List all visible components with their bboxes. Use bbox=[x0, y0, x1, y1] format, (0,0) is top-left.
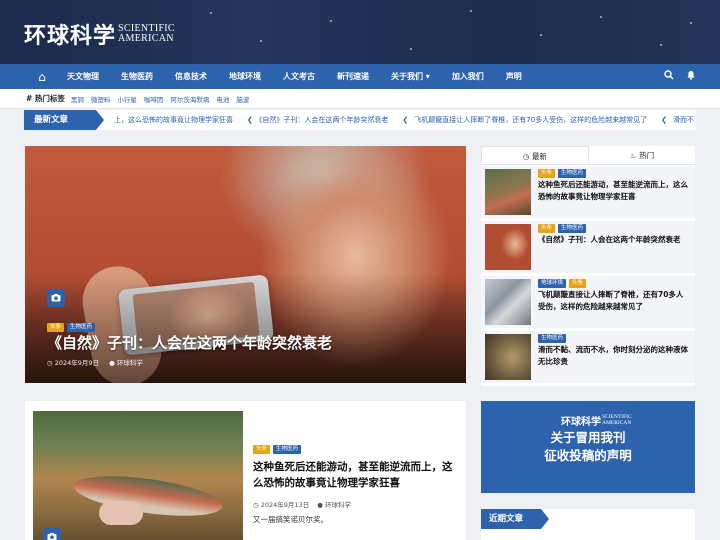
tab-latest[interactable]: ◷ 最新 bbox=[481, 146, 589, 164]
camera-icon bbox=[47, 289, 65, 307]
featured-badges: 头条 生物医药 bbox=[47, 323, 96, 332]
hot-tag[interactable]: 电池 bbox=[216, 94, 229, 104]
search-icon[interactable] bbox=[664, 70, 674, 83]
hot-tag[interactable]: 微塑料 bbox=[91, 94, 111, 104]
hot-tag[interactable]: 阿尔茨海默病 bbox=[170, 94, 209, 104]
clock-icon: ◷ bbox=[522, 153, 530, 161]
banner-logo: 环球科学 SCIENTIFIC AMERICAN bbox=[561, 414, 632, 428]
category-badge[interactable]: 头条 bbox=[538, 224, 556, 233]
tab-hot[interactable]: ♨ 热门 bbox=[589, 146, 695, 164]
article-author[interactable]: ● 环球科学 bbox=[317, 499, 351, 509]
featured-date: ◷ 2024年9月9日 bbox=[47, 359, 100, 367]
sidebar-list-item[interactable]: 地球环境 头条 飞机颠簸直接让人摔断了脊椎，还有70多人受伤，这样的危险越来越常… bbox=[481, 276, 695, 328]
nav-item-astronomy[interactable]: 天文物理 bbox=[56, 71, 110, 82]
category-badge[interactable]: 地球环境 bbox=[538, 279, 567, 288]
banner-text: 关于冒用我刊 征收投稿的声明 bbox=[544, 430, 632, 463]
category-badge[interactable]: 头条 bbox=[47, 323, 65, 332]
sidebar-thumbnail bbox=[485, 334, 531, 380]
hot-tag[interactable]: 咖啡因 bbox=[144, 94, 164, 104]
category-badge[interactable]: 生物医药 bbox=[558, 224, 587, 233]
sidebar-item-title[interactable]: 滑而不黏、流而不水，你时刻分泌的这种液体无比珍贵 bbox=[538, 344, 688, 368]
category-badge[interactable]: 生物医药 bbox=[67, 323, 96, 332]
nav-item-about[interactable]: 关于我们 ▾ bbox=[380, 71, 441, 82]
nav-item-statement[interactable]: 声明 bbox=[495, 71, 533, 82]
sidebar-tabs-widget: ◷ 最新 ♨ 热门 头条 生物医药 这种鱼死后还能游动，甚至能逆流而上，这么恐怖的故… bbox=[481, 146, 695, 386]
sidebar-item-title[interactable]: 这种鱼死后还能游动，甚至能逆流而上，这么恐怖的故事竟让物理学家狂喜 bbox=[538, 179, 688, 203]
hot-tag[interactable]: 黑洞 bbox=[71, 94, 84, 104]
article-thumbnail[interactable] bbox=[33, 411, 243, 540]
camera-icon bbox=[43, 528, 61, 540]
category-badge[interactable]: 生物医药 bbox=[558, 169, 587, 178]
category-badge[interactable]: 生物医药 bbox=[273, 445, 302, 454]
bell-icon[interactable] bbox=[686, 70, 696, 83]
article-date: ◷ 2024年9月13日 bbox=[253, 501, 310, 509]
nav-item-archaeology[interactable]: 人文考古 bbox=[272, 71, 326, 82]
sidebar-item-title[interactable]: 飞机颠簸直接让人摔断了脊椎，还有70多人受伤，这样的危险越来越常见了 bbox=[538, 289, 688, 313]
fire-icon: ♨ bbox=[629, 152, 637, 160]
nav-item-it[interactable]: 信息技术 bbox=[164, 71, 218, 82]
article-title[interactable]: 这种鱼死后还能游动，甚至能逆流而上，这么恐怖的故事竟让物理学家狂喜 bbox=[253, 459, 458, 491]
hot-tags-bar: # 热门标签 黑洞 微塑料 小行星 咖啡因 阿尔茨海默病 电池 脑波 bbox=[0, 89, 720, 109]
featured-meta: ◷ 2024年9月9日 ● 环球科学 bbox=[47, 357, 143, 367]
statement-banner[interactable]: 环球科学 SCIENTIFIC AMERICAN 关于冒用我刊 征收投稿的声明 bbox=[481, 401, 695, 493]
hot-tags-label: # 热门标签 bbox=[26, 94, 65, 103]
site-logo[interactable]: 环球科学 SCIENTIFIC AMERICAN bbox=[24, 18, 175, 50]
category-badge[interactable]: 头条 bbox=[253, 445, 271, 454]
ticker-item[interactable]: ❮ 飞机颠簸直接让人摔断了脊椎，还有70多人受伤，这样的危险越来越常见了 bbox=[402, 115, 647, 125]
recent-posts-label: 近期文章 bbox=[481, 509, 549, 529]
sidebar-list-item[interactable]: 头条 生物医药 这种鱼死后还能游动，甚至能逆流而上，这么恐怖的故事竟让物理学家狂… bbox=[481, 166, 695, 218]
nav-item-new-issue[interactable]: 新刊速递 bbox=[326, 71, 380, 82]
featured-author[interactable]: ● 环球科学 bbox=[109, 357, 143, 367]
ticker-item[interactable]: ❮ 滑而不 bbox=[661, 115, 694, 125]
hot-tag[interactable]: 小行星 bbox=[117, 94, 137, 104]
recent-posts-widget: 近期文章 bbox=[481, 509, 695, 540]
category-badge[interactable]: 生物医药 bbox=[538, 334, 567, 343]
article-meta: ◷ 2024年9月13日 ● 环球科学 bbox=[253, 499, 351, 509]
article-card: 头条 生物医药 这种鱼死后还能游动，甚至能逆流而上，这么恐怖的故事竟让物理学家狂… bbox=[25, 401, 466, 540]
sidebar-list-item[interactable]: 头条 生物医药 《自然》子刊：人会在这两个年龄突然衰老 bbox=[481, 221, 695, 273]
category-badge[interactable]: 头条 bbox=[538, 169, 556, 178]
chevron-right-icon: ❮ bbox=[402, 116, 409, 124]
latest-news-ticker: 最新文章 上，这么恐怖的故事竟让物理学家狂喜 ❮ 《自然》子刊：人会在这两个年龄突… bbox=[24, 110, 696, 130]
featured-article[interactable]: 头条 生物医药 《自然》子刊：人会在这两个年龄突然衰老 ◷ 2024年9月9日 … bbox=[25, 146, 466, 383]
logo-chinese: 环球科学 bbox=[24, 23, 117, 49]
sidebar-item-title[interactable]: 《自然》子刊：人会在这两个年龄突然衰老 bbox=[538, 234, 688, 246]
sidebar-thumbnail bbox=[485, 224, 531, 270]
ticker-item[interactable]: ❮ 《自然》子刊：人会在这两个年龄突然衰老 bbox=[247, 115, 388, 125]
chevron-right-icon: ❮ bbox=[247, 116, 253, 124]
sidebar-thumbnail bbox=[485, 169, 531, 215]
chevron-right-icon: ❮ bbox=[661, 116, 668, 124]
nav-item-earth[interactable]: 地球环境 bbox=[218, 71, 272, 82]
ticker-item[interactable]: 上，这么恐怖的故事竟让物理学家狂喜 bbox=[114, 115, 233, 125]
site-header: 环球科学 SCIENTIFIC AMERICAN bbox=[0, 0, 720, 64]
home-icon[interactable]: ⌂ bbox=[28, 70, 56, 84]
hot-tag[interactable]: 脑波 bbox=[236, 94, 249, 104]
sidebar-list-item[interactable]: 生物医药 滑而不黏、流而不水，你时刻分泌的这种液体无比珍贵 bbox=[481, 331, 695, 383]
nav-item-biomedicine[interactable]: 生物医药 bbox=[110, 71, 164, 82]
main-nav: ⌂ 天文物理 生物医药 信息技术 地球环境 人文考古 新刊速递 关于我们 ▾ 加… bbox=[0, 64, 720, 89]
article-excerpt: 又一届搞笑诺贝尔奖。 bbox=[253, 515, 328, 524]
logo-english: SCIENTIFIC AMERICAN bbox=[118, 23, 175, 44]
category-badge[interactable]: 头条 bbox=[569, 279, 587, 288]
ticker-label: 最新文章 bbox=[24, 110, 104, 130]
sidebar-thumbnail bbox=[485, 279, 531, 325]
featured-title[interactable]: 《自然》子刊：人会在这两个年龄突然衰老 bbox=[47, 332, 332, 353]
nav-item-join[interactable]: 加入我们 bbox=[441, 71, 495, 82]
article-badges: 头条 生物医药 bbox=[253, 445, 302, 454]
